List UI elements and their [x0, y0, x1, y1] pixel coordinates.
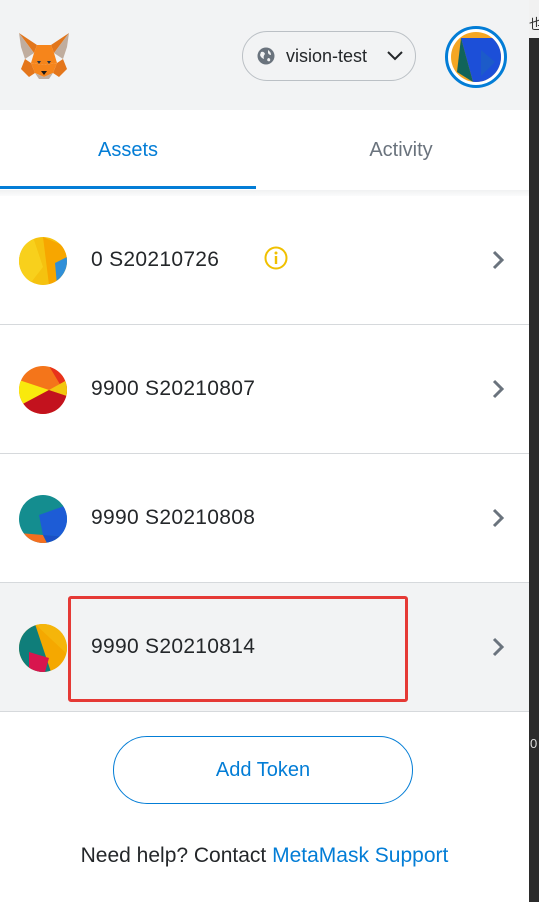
chevron-right-icon — [492, 508, 505, 528]
token-balance: 9900 S20210807 — [91, 377, 256, 400]
tab-assets-label: Assets — [97, 138, 159, 161]
app-header: vision-test — [0, 0, 529, 110]
browser-edge: 也 0 — [529, 0, 539, 902]
chevron-right-icon — [492, 250, 505, 270]
chevron-right-icon — [492, 379, 505, 399]
token-balance: 0 S20210726 — [91, 248, 220, 271]
token-row[interactable]: 0 S20210726 — [0, 196, 529, 325]
account-avatar[interactable] — [445, 26, 507, 88]
tab-assets[interactable]: Assets — [0, 110, 256, 190]
info-warning-icon[interactable] — [264, 246, 288, 270]
globe-icon — [257, 47, 275, 65]
token-identicon — [19, 624, 67, 672]
token-identicon — [19, 366, 67, 414]
chevron-down-icon — [387, 51, 403, 61]
tab-activity[interactable]: Activity — [273, 110, 529, 190]
edge-glyph-mid: 0 — [530, 736, 538, 751]
add-token-label: Add Token — [215, 758, 311, 781]
active-tab-indicator — [0, 186, 256, 189]
metamask-popup: vision-test Assets Activity 0 S20210726 … — [0, 0, 529, 902]
tab-activity-label: Activity — [369, 138, 433, 161]
token-identicon — [19, 237, 67, 285]
token-balance: 9990 S20210808 — [91, 506, 256, 529]
add-token-button[interactable]: Add Token — [113, 736, 413, 804]
help-text: Need help? Contact MetaMask Support — [0, 844, 529, 868]
network-name: vision-test — [286, 46, 368, 66]
metamask-fox-icon[interactable] — [17, 31, 71, 81]
edge-glyph-top: 也 — [529, 16, 539, 32]
network-selector[interactable]: vision-test — [242, 31, 416, 81]
chevron-right-icon — [492, 637, 505, 657]
tab-bar: Assets Activity — [0, 110, 529, 191]
highlight-annotation-box — [68, 596, 408, 702]
token-identicon — [19, 495, 67, 543]
token-row[interactable]: 9990 S20210808 — [0, 454, 529, 583]
token-row[interactable]: 9900 S20210807 — [0, 325, 529, 454]
help-prefix: Need help? Contact — [80, 844, 273, 867]
account-identicon — [451, 32, 501, 82]
metamask-support-link[interactable]: MetaMask Support — [272, 844, 448, 867]
